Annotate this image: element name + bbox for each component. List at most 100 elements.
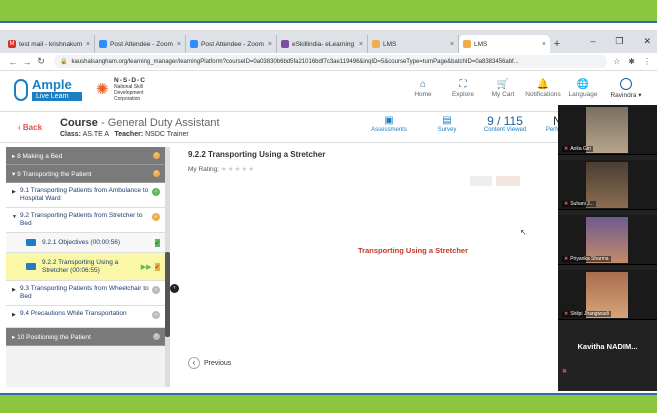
previous-label: Previous bbox=[204, 359, 232, 367]
course-meta: Class: AS.TE A Teacher: NSDC Trainer bbox=[60, 131, 189, 138]
lesson-label: 9.3 Transporting Patients from Wheelchai… bbox=[20, 285, 149, 300]
topic-label: 9.2.2 Transporting Using a Stretcher (00… bbox=[42, 258, 119, 274]
not-started-icon: ✓ bbox=[152, 286, 160, 294]
zoom-icon bbox=[99, 40, 107, 48]
nav-label: Home bbox=[414, 91, 432, 98]
chevron-right-icon: ▸ bbox=[12, 152, 16, 160]
menu-icon[interactable]: ⋮ bbox=[643, 57, 651, 66]
browser-tab[interactable]: Post Attendee - Zoom × bbox=[186, 35, 277, 53]
teacher-label: Teacher: bbox=[114, 131, 144, 138]
course-label: Course bbox=[60, 117, 98, 129]
extension-icon[interactable]: ✱ bbox=[628, 57, 635, 66]
chevron-right-icon: ▶ bbox=[12, 189, 16, 195]
close-icon[interactable]: × bbox=[450, 41, 454, 48]
new-tab-button[interactable]: + bbox=[550, 35, 564, 53]
browser-tab[interactable]: Post Attendee - Zoom × bbox=[95, 35, 186, 53]
browser-tab[interactable]: Mtest mail - krishnakum × bbox=[4, 35, 95, 53]
window-controls: – ❐ ✕ bbox=[590, 36, 651, 47]
nav-label: Language bbox=[568, 91, 598, 98]
nav-cart[interactable]: 🛒 My Cart bbox=[483, 78, 523, 99]
avatar bbox=[620, 78, 632, 90]
ample-logo[interactable]: Ample Live Learn bbox=[14, 78, 82, 101]
lesson-item[interactable]: ▶ 9.1 Transporting Patients from Ambulanc… bbox=[6, 183, 166, 208]
star-icon[interactable]: ☆ bbox=[613, 57, 620, 66]
back-button[interactable]: ‹ Back bbox=[18, 123, 42, 132]
brand-tagline: Live Learn bbox=[32, 92, 82, 101]
course-sidebar: ▸ 8 Making a Bed ✓ ▾ 9 Transporting the P… bbox=[6, 147, 166, 387]
scrollbar-thumb[interactable] bbox=[165, 252, 170, 337]
participant-tile[interactable]: ✖ Shilpi Jhangiwadi bbox=[558, 270, 657, 320]
tab-label: test mail - krishnakum bbox=[19, 40, 83, 48]
top-nav: ⌂ Home ⛶ Explore 🛒 My Cart 🔔 Notifications 🌐… bbox=[403, 78, 649, 99]
section-making-a-bed[interactable]: ▸ 8 Making a Bed ✓ bbox=[6, 147, 166, 165]
class-value: AS.TE A bbox=[82, 131, 109, 138]
participant-tile[interactable]: ✖ Suhani J... bbox=[558, 160, 657, 210]
participant-tile[interactable]: ✖ Anita Giri bbox=[558, 105, 657, 155]
stat-assessments[interactable]: ▣ Assessments bbox=[360, 115, 418, 133]
tab-label: LMS bbox=[383, 40, 397, 48]
participant-name-text: Priyanka Sharma bbox=[570, 256, 609, 262]
section-positioning[interactable]: ▸ 10 Positioning the Patient ✓ bbox=[6, 328, 166, 346]
nav-language[interactable]: 🌐 Language bbox=[563, 78, 603, 99]
user-menu[interactable]: Ravindra ▾ bbox=[603, 78, 649, 99]
user-name: Ravindra bbox=[610, 92, 637, 99]
close-icon[interactable]: × bbox=[268, 41, 272, 48]
browser-tab-active[interactable]: LMS × bbox=[459, 35, 550, 53]
slide-logos bbox=[470, 176, 530, 186]
topic-item-current[interactable]: 9.2.2 Transporting Using a Stretcher (00… bbox=[6, 253, 166, 281]
participant-name: ✖ Suhani J... bbox=[562, 201, 596, 207]
lesson-item[interactable]: ▶ 9.3 Transporting Patients from Wheelcha… bbox=[6, 281, 166, 306]
close-icon[interactable]: × bbox=[177, 41, 181, 48]
home-icon: ⌂ bbox=[419, 79, 427, 90]
nav-label: Explore bbox=[451, 91, 475, 98]
participant-name: ✖ Anita Giri bbox=[562, 146, 593, 152]
rating-stars[interactable]: ★★★★★ bbox=[221, 166, 255, 173]
progress-icon: ✓ bbox=[153, 152, 160, 159]
back-arrow-icon[interactable]: ← bbox=[6, 57, 20, 67]
progress-icon: ✓ bbox=[153, 170, 160, 177]
section-label: 10 Positioning the Patient bbox=[17, 333, 91, 341]
minimize-icon[interactable]: – bbox=[590, 36, 595, 47]
chevron-right-icon: ▶ bbox=[12, 287, 16, 293]
class-label: Class: bbox=[60, 131, 82, 138]
section-transporting[interactable]: ▾ 9 Transporting the Patient ✓ bbox=[6, 165, 166, 183]
topic-label: 9.2.1 Objectives (00:00:56) bbox=[42, 239, 121, 246]
reload-icon[interactable]: ↻ bbox=[34, 56, 48, 67]
logo-mark-icon bbox=[14, 78, 28, 101]
lesson-label: 9.1 Transporting Patients from Ambulance… bbox=[20, 187, 149, 202]
lesson-title: 9.2.2 Transporting Using a Stretcher bbox=[188, 150, 326, 159]
mic-muted-icon: ✖ bbox=[564, 311, 569, 317]
participant-name: ✖ Priyanka Sharma bbox=[562, 256, 611, 262]
sidebar-scrollbar[interactable] bbox=[165, 147, 170, 387]
maximize-icon[interactable]: ❐ bbox=[615, 36, 623, 47]
collapse-sidebar-button[interactable]: ‹ bbox=[170, 284, 179, 293]
tab-label: eSkillindia- eLearning bbox=[292, 40, 355, 48]
tab-label: LMS bbox=[474, 40, 488, 48]
chevron-down-icon: ▾ bbox=[12, 170, 16, 178]
playing-icon: ▶▶ bbox=[140, 263, 152, 271]
nav-explore[interactable]: ⛶ Explore bbox=[443, 78, 483, 99]
rating-label: My Rating: bbox=[188, 166, 220, 173]
stat-value: 9 / 115 bbox=[487, 114, 523, 128]
topic-item[interactable]: 9.2.1 Objectives (00:00:56) ✓ bbox=[6, 233, 166, 253]
nav-notifications[interactable]: 🔔 Notifications bbox=[523, 78, 563, 99]
lesson-item[interactable]: ▶ 9.4 Precautions While Transportation ✓ bbox=[6, 306, 166, 328]
url-field[interactable]: 🔒 kaushalsangham.org/learning_manager/lea… bbox=[54, 55, 608, 68]
close-icon[interactable]: × bbox=[86, 41, 90, 48]
browser-tab[interactable]: eSkillindia- eLearning × bbox=[277, 35, 368, 53]
nav-home[interactable]: ⌂ Home bbox=[403, 78, 443, 99]
partner-subtitle: National Skill Development Corporation bbox=[114, 84, 144, 102]
participant-tile[interactable]: ✖ Priyanka Sharma bbox=[558, 215, 657, 265]
not-started-icon: ✓ bbox=[153, 333, 160, 340]
forward-arrow-icon[interactable]: → bbox=[20, 57, 34, 67]
browser-tab[interactable]: LMS × bbox=[368, 35, 459, 53]
lesson-item[interactable]: ▼ 9.2 Transporting Patients from Stretche… bbox=[6, 208, 166, 233]
section-label: 9 Transporting the Patient bbox=[17, 170, 92, 178]
stat-survey[interactable]: ▤ Survey bbox=[418, 115, 476, 133]
close-icon[interactable]: × bbox=[359, 41, 363, 48]
close-window-icon[interactable]: ✕ bbox=[643, 36, 651, 47]
close-icon[interactable]: × bbox=[542, 41, 546, 48]
participant-name: ✖ Shilpi Jhangiwadi bbox=[562, 311, 611, 317]
previous-button[interactable]: ‹ Previous bbox=[188, 357, 231, 369]
url-text: kaushalsangham.org/learning_manager/lear… bbox=[71, 58, 519, 65]
